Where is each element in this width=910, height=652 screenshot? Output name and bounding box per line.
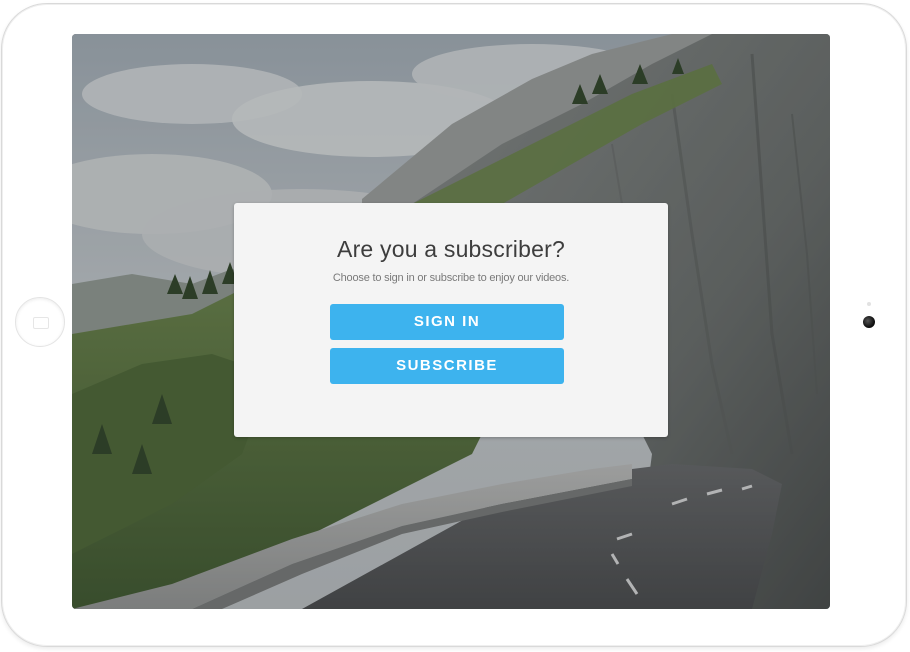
light-sensor <box>867 302 871 306</box>
home-button-icon <box>33 317 49 329</box>
home-button[interactable] <box>15 297 65 347</box>
subscribe-button[interactable]: SUBSCRIBE <box>330 348 564 384</box>
screen: Are you a subscriber? Choose to sign in … <box>72 34 830 609</box>
dialog-title: Are you a subscriber? <box>337 236 565 262</box>
dialog-subtitle: Choose to sign in or subscribe to enjoy … <box>332 272 570 284</box>
sign-in-button[interactable]: SIGN IN <box>330 304 564 340</box>
subscriber-dialog: Are you a subscriber? Choose to sign in … <box>234 203 668 437</box>
camera-icon <box>863 316 875 328</box>
